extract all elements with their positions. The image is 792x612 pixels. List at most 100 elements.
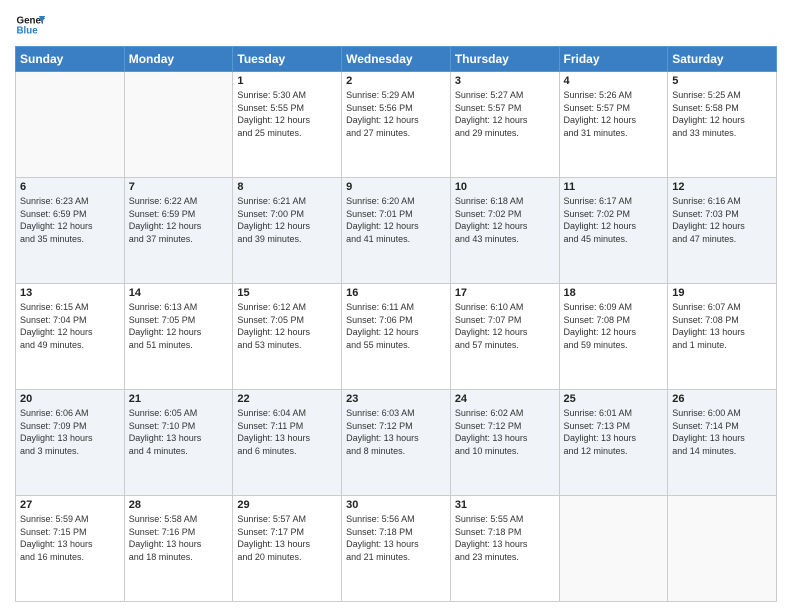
- day-number: 7: [129, 181, 229, 193]
- day-info: Sunrise: 6:05 AM Sunset: 7:10 PM Dayligh…: [129, 407, 229, 457]
- day-info: Sunrise: 6:20 AM Sunset: 7:01 PM Dayligh…: [346, 195, 446, 245]
- day-info: Sunrise: 6:06 AM Sunset: 7:09 PM Dayligh…: [20, 407, 120, 457]
- logo: General Blue: [15, 10, 45, 40]
- day-info: Sunrise: 6:10 AM Sunset: 7:07 PM Dayligh…: [455, 301, 555, 351]
- day-info: Sunrise: 6:11 AM Sunset: 7:06 PM Dayligh…: [346, 301, 446, 351]
- page: General Blue SundayMondayTuesdayWednesda…: [0, 0, 792, 612]
- calendar-cell: 24 Sunrise: 6:02 AM Sunset: 7:12 PM Dayli…: [450, 390, 559, 496]
- day-number: 9: [346, 181, 446, 193]
- calendar-cell: [559, 496, 668, 602]
- day-info: Sunrise: 6:18 AM Sunset: 7:02 PM Dayligh…: [455, 195, 555, 245]
- calendar-cell: [16, 72, 125, 178]
- day-number: 15: [237, 287, 337, 299]
- day-number: 10: [455, 181, 555, 193]
- header: General Blue: [15, 10, 777, 40]
- calendar-cell: 2Sunrise: 5:29 AM Sunset: 5:56 PM Daylig…: [342, 72, 451, 178]
- day-number: 6: [20, 181, 120, 193]
- calendar-cell: 1 Sunrise: 5:30 AM Sunset: 5:55 PM Daylig…: [233, 72, 342, 178]
- calendar-cell: 8 Sunrise: 6:21 AM Sunset: 7:00 PM Daylig…: [233, 178, 342, 284]
- day-number: 5: [672, 75, 772, 87]
- day-number: 30: [346, 499, 446, 511]
- weekday-header-friday: Friday: [559, 47, 668, 72]
- calendar-cell: 5 Sunrise: 5:25 AM Sunset: 5:58 PM Daylig…: [668, 72, 777, 178]
- day-number: 12: [672, 181, 772, 193]
- day-number: 31: [455, 499, 555, 511]
- day-info: Sunrise: 6:07 AM Sunset: 7:08 PM Dayligh…: [672, 301, 772, 351]
- calendar-cell: 7 Sunrise: 6:22 AM Sunset: 6:59 PM Daylig…: [124, 178, 233, 284]
- day-number: 3: [455, 75, 555, 87]
- calendar-cell: 15 Sunrise: 6:12 AM Sunset: 7:05 PM Dayli…: [233, 284, 342, 390]
- day-number: 21: [129, 393, 229, 405]
- weekday-header-row: SundayMondayTuesdayWednesdayThursdayFrid…: [16, 47, 777, 72]
- day-number: 11: [564, 181, 664, 193]
- day-number: 27: [20, 499, 120, 511]
- day-number: 13: [20, 287, 120, 299]
- calendar-cell: 6 Sunrise: 6:23 AM Sunset: 6:59 PM Daylig…: [16, 178, 125, 284]
- day-number: 23: [346, 393, 446, 405]
- day-info: Sunrise: 5:29 AM Sunset: 5:56 PM Dayligh…: [346, 89, 446, 139]
- day-number: 19: [672, 287, 772, 299]
- calendar-week-row: 27 Sunrise: 5:59 AM Sunset: 7:15 PM Dayli…: [16, 496, 777, 602]
- day-number: 17: [455, 287, 555, 299]
- weekday-header-monday: Monday: [124, 47, 233, 72]
- calendar-cell: 31 Sunrise: 5:55 AM Sunset: 7:18 PM Dayli…: [450, 496, 559, 602]
- calendar-cell: 23 Sunrise: 6:03 AM Sunset: 7:12 PM Dayli…: [342, 390, 451, 496]
- weekday-header-thursday: Thursday: [450, 47, 559, 72]
- calendar-cell: 25Sunrise: 6:01 AM Sunset: 7:13 PM Dayli…: [559, 390, 668, 496]
- day-info: Sunrise: 6:17 AM Sunset: 7:02 PM Dayligh…: [564, 195, 664, 245]
- calendar-cell: 13 Sunrise: 6:15 AM Sunset: 7:04 PM Dayli…: [16, 284, 125, 390]
- day-number: 26: [672, 393, 772, 405]
- day-info: Sunrise: 6:23 AM Sunset: 6:59 PM Dayligh…: [20, 195, 120, 245]
- day-info: Sunrise: 6:15 AM Sunset: 7:04 PM Dayligh…: [20, 301, 120, 351]
- day-info: Sunrise: 5:58 AM Sunset: 7:16 PM Dayligh…: [129, 513, 229, 563]
- day-info: Sunrise: 5:55 AM Sunset: 7:18 PM Dayligh…: [455, 513, 555, 563]
- day-number: 16: [346, 287, 446, 299]
- calendar-cell: 10 Sunrise: 6:18 AM Sunset: 7:02 PM Dayli…: [450, 178, 559, 284]
- calendar-cell: 27 Sunrise: 5:59 AM Sunset: 7:15 PM Dayli…: [16, 496, 125, 602]
- weekday-header-tuesday: Tuesday: [233, 47, 342, 72]
- calendar-cell: 22Sunrise: 6:04 AM Sunset: 7:11 PM Dayli…: [233, 390, 342, 496]
- calendar-cell: 18Sunrise: 6:09 AM Sunset: 7:08 PM Dayli…: [559, 284, 668, 390]
- day-number: 24: [455, 393, 555, 405]
- day-number: 1: [237, 75, 337, 87]
- day-info: Sunrise: 6:12 AM Sunset: 7:05 PM Dayligh…: [237, 301, 337, 351]
- calendar-cell: [124, 72, 233, 178]
- calendar-cell: 4Sunrise: 5:26 AM Sunset: 5:57 PM Daylig…: [559, 72, 668, 178]
- calendar-cell: 19 Sunrise: 6:07 AM Sunset: 7:08 PM Dayli…: [668, 284, 777, 390]
- day-number: 20: [20, 393, 120, 405]
- day-info: Sunrise: 6:22 AM Sunset: 6:59 PM Dayligh…: [129, 195, 229, 245]
- day-info: Sunrise: 5:27 AM Sunset: 5:57 PM Dayligh…: [455, 89, 555, 139]
- calendar-cell: 30Sunrise: 5:56 AM Sunset: 7:18 PM Dayli…: [342, 496, 451, 602]
- calendar-cell: 3 Sunrise: 5:27 AM Sunset: 5:57 PM Daylig…: [450, 72, 559, 178]
- day-info: Sunrise: 5:59 AM Sunset: 7:15 PM Dayligh…: [20, 513, 120, 563]
- calendar-cell: 12Sunrise: 6:16 AM Sunset: 7:03 PM Dayli…: [668, 178, 777, 284]
- day-info: Sunrise: 6:01 AM Sunset: 7:13 PM Dayligh…: [564, 407, 664, 457]
- calendar-cell: 28Sunrise: 5:58 AM Sunset: 7:16 PM Dayli…: [124, 496, 233, 602]
- weekday-header-sunday: Sunday: [16, 47, 125, 72]
- day-info: Sunrise: 6:21 AM Sunset: 7:00 PM Dayligh…: [237, 195, 337, 245]
- day-number: 4: [564, 75, 664, 87]
- calendar-cell: 14Sunrise: 6:13 AM Sunset: 7:05 PM Dayli…: [124, 284, 233, 390]
- day-number: 14: [129, 287, 229, 299]
- svg-text:Blue: Blue: [17, 25, 39, 36]
- calendar-week-row: 13 Sunrise: 6:15 AM Sunset: 7:04 PM Dayli…: [16, 284, 777, 390]
- logo-icon: General Blue: [15, 10, 45, 40]
- day-info: Sunrise: 6:02 AM Sunset: 7:12 PM Dayligh…: [455, 407, 555, 457]
- calendar-cell: 26 Sunrise: 6:00 AM Sunset: 7:14 PM Dayli…: [668, 390, 777, 496]
- calendar-cell: 16 Sunrise: 6:11 AM Sunset: 7:06 PM Dayli…: [342, 284, 451, 390]
- calendar-week-row: 20 Sunrise: 6:06 AM Sunset: 7:09 PM Dayli…: [16, 390, 777, 496]
- day-info: Sunrise: 5:30 AM Sunset: 5:55 PM Dayligh…: [237, 89, 337, 139]
- day-info: Sunrise: 5:57 AM Sunset: 7:17 PM Dayligh…: [237, 513, 337, 563]
- weekday-header-wednesday: Wednesday: [342, 47, 451, 72]
- calendar-cell: 29Sunrise: 5:57 AM Sunset: 7:17 PM Dayli…: [233, 496, 342, 602]
- day-info: Sunrise: 5:25 AM Sunset: 5:58 PM Dayligh…: [672, 89, 772, 139]
- day-info: Sunrise: 6:09 AM Sunset: 7:08 PM Dayligh…: [564, 301, 664, 351]
- day-info: Sunrise: 6:03 AM Sunset: 7:12 PM Dayligh…: [346, 407, 446, 457]
- day-number: 8: [237, 181, 337, 193]
- day-info: Sunrise: 6:00 AM Sunset: 7:14 PM Dayligh…: [672, 407, 772, 457]
- calendar-week-row: 1 Sunrise: 5:30 AM Sunset: 5:55 PM Daylig…: [16, 72, 777, 178]
- calendar-cell: [668, 496, 777, 602]
- calendar-cell: 17 Sunrise: 6:10 AM Sunset: 7:07 PM Dayli…: [450, 284, 559, 390]
- weekday-header-saturday: Saturday: [668, 47, 777, 72]
- calendar-cell: 21 Sunrise: 6:05 AM Sunset: 7:10 PM Dayli…: [124, 390, 233, 496]
